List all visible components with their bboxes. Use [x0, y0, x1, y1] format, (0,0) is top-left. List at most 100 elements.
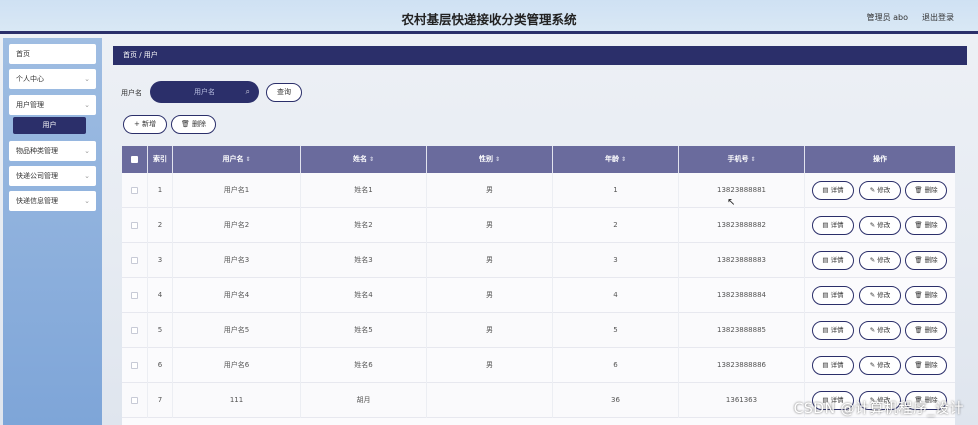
- cell-age: 5: [553, 313, 679, 348]
- detail-label: 详情: [830, 221, 844, 229]
- cell-gender: 男: [427, 243, 553, 278]
- detail-button[interactable]: ▤ 详情: [812, 286, 854, 305]
- cell-phone: 13823888884: [679, 278, 805, 313]
- sidebar-item-courier-company[interactable]: 快递公司管理 ⌄: [9, 166, 96, 186]
- search-input[interactable]: 用户名 ⌕: [150, 81, 259, 103]
- delete-icon: 🗑: [914, 186, 925, 194]
- detail-button[interactable]: ▤ 详情: [812, 216, 854, 235]
- col-name[interactable]: 姓名 ⇕: [301, 146, 427, 173]
- breadcrumb: 首页 / 用户: [113, 46, 967, 65]
- sidebar-item-user-management[interactable]: 用户管理 ⌄: [9, 95, 96, 115]
- detail-button[interactable]: ▤ 详情: [812, 181, 854, 200]
- query-button[interactable]: 查询: [266, 83, 302, 102]
- delete-label: 删除: [924, 186, 938, 194]
- edit-label: 修改: [877, 221, 891, 229]
- user-table: 索引 用户名 ⇕ 姓名 ⇕ 性别 ⇕ 年龄 ⇕ 手机号 ⇕ 操作 1 用户名1 姓名1 男 1 13…: [122, 146, 955, 425]
- delete-button[interactable]: 🗑 删除: [905, 286, 947, 305]
- cell-age: 36: [553, 383, 679, 418]
- cell-name: 姓名5: [301, 313, 427, 348]
- cell-phone: 13823888886: [679, 348, 805, 383]
- col-gender[interactable]: 性别 ⇕: [427, 146, 553, 173]
- row-checkbox[interactable]: [122, 243, 148, 278]
- detail-icon: ▤: [822, 326, 831, 334]
- col-index: 索引: [148, 146, 173, 173]
- col-age[interactable]: 年龄 ⇕: [553, 146, 679, 173]
- row-checkbox[interactable]: [122, 313, 148, 348]
- edit-button[interactable]: ✎ 修改: [859, 286, 901, 305]
- row-checkbox[interactable]: [122, 208, 148, 243]
- delete-button[interactable]: 🗑 删除: [905, 251, 947, 270]
- detail-button[interactable]: ▤ 详情: [812, 321, 854, 340]
- sidebar-item-label: 物品种类管理: [16, 147, 58, 155]
- edit-label: 修改: [877, 291, 891, 299]
- sidebar-item-label: 用户管理: [16, 101, 44, 109]
- cell-age: 2: [553, 208, 679, 243]
- search-placeholder: 用户名: [194, 88, 215, 96]
- cell-name: 姓名2: [301, 208, 427, 243]
- table-row: 3 用户名3 姓名3 男 3 13823888883 ▤ 详情 ✎ 修改 🗑 删除: [122, 243, 955, 278]
- delete-button[interactable]: 🗑 删除: [905, 356, 947, 375]
- cell-index: 2: [148, 208, 173, 243]
- sidebar-item-courier-info[interactable]: 快递信息管理 ⌄: [9, 191, 96, 211]
- delete-icon: 🗑: [914, 326, 925, 334]
- cell-index: 7: [148, 383, 173, 418]
- detail-button[interactable]: ▤ 详情: [812, 251, 854, 270]
- cell-age: 4: [553, 278, 679, 313]
- sidebar-item-label: 个人中心: [16, 75, 44, 83]
- delete-label: 删除: [924, 326, 938, 334]
- sidebar-item-label: 快递信息管理: [16, 197, 58, 205]
- cell-name: 姓名4: [301, 278, 427, 313]
- search-label: 用户名: [121, 89, 142, 97]
- row-checkbox[interactable]: [122, 383, 148, 418]
- cell-index: 4: [148, 278, 173, 313]
- row-checkbox[interactable]: [122, 278, 148, 313]
- logout-link[interactable]: 退出登录: [922, 12, 954, 23]
- chevron-down-icon: ⌄: [84, 147, 90, 155]
- cell-gender: [427, 383, 553, 418]
- col-phone[interactable]: 手机号 ⇕: [679, 146, 805, 173]
- edit-button[interactable]: ✎ 修改: [859, 251, 901, 270]
- chevron-down-icon: ⌄: [84, 75, 90, 83]
- sidebar: 首页 个人中心 ⌄ 用户管理 ⌄ 用户 物品种类管理 ⌄ 快递公司管理 ⌄ 快递…: [3, 38, 102, 425]
- edit-button[interactable]: ✎ 修改: [859, 321, 901, 340]
- cell-name: 胡月: [301, 383, 427, 418]
- edit-button[interactable]: ✎ 修改: [859, 216, 901, 235]
- batch-delete-button[interactable]: 🗑 删除: [171, 115, 216, 134]
- search-icon: ⌕: [245, 87, 250, 96]
- delete-button[interactable]: 🗑 删除: [905, 216, 947, 235]
- cell-username: 111: [173, 383, 301, 418]
- col-username[interactable]: 用户名 ⇕: [173, 146, 301, 173]
- table-header: 索引 用户名 ⇕ 姓名 ⇕ 性别 ⇕ 年龄 ⇕ 手机号 ⇕ 操作: [122, 146, 955, 173]
- table-row: 5 用户名5 姓名5 男 5 13823888885 ▤ 详情 ✎ 修改 🗑 删除: [122, 313, 955, 348]
- app-title: 农村基层快递接收分类管理系统: [401, 12, 577, 27]
- mouse-cursor-icon: ↖: [727, 197, 736, 208]
- edit-label: 修改: [877, 256, 891, 264]
- sidebar-item-users[interactable]: 用户: [13, 117, 86, 134]
- select-all-checkbox[interactable]: [122, 146, 148, 173]
- chevron-down-icon: ⌄: [84, 101, 90, 109]
- sidebar-item-item-category[interactable]: 物品种类管理 ⌄: [9, 141, 96, 161]
- delete-icon: 🗑: [914, 221, 925, 229]
- sidebar-item-profile[interactable]: 个人中心 ⌄: [9, 69, 96, 89]
- delete-button[interactable]: 🗑 删除: [905, 181, 947, 200]
- cell-gender: 男: [427, 313, 553, 348]
- cell-phone: 13823888881: [679, 173, 805, 208]
- sidebar-item-label: 快递公司管理: [16, 172, 58, 180]
- cell-phone: 13823888885: [679, 313, 805, 348]
- edit-button[interactable]: ✎ 修改: [859, 356, 901, 375]
- cell-age: 6: [553, 348, 679, 383]
- detail-icon: ▤: [822, 361, 831, 369]
- row-checkbox[interactable]: [122, 348, 148, 383]
- detail-button[interactable]: ▤ 详情: [812, 356, 854, 375]
- sidebar-item-home[interactable]: 首页: [9, 44, 96, 64]
- add-button[interactable]: + 新增: [123, 115, 167, 134]
- row-checkbox[interactable]: [122, 173, 148, 208]
- sidebar-item-label: 用户: [42, 121, 57, 129]
- cell-actions: ▤ 详情 ✎ 修改 🗑 删除: [805, 278, 955, 313]
- cell-index: 1: [148, 173, 173, 208]
- detail-label: 详情: [830, 326, 844, 334]
- cell-username: 用户名1: [173, 173, 301, 208]
- cell-gender: 男: [427, 173, 553, 208]
- delete-button[interactable]: 🗑 删除: [905, 321, 947, 340]
- edit-button[interactable]: ✎ 修改: [859, 181, 901, 200]
